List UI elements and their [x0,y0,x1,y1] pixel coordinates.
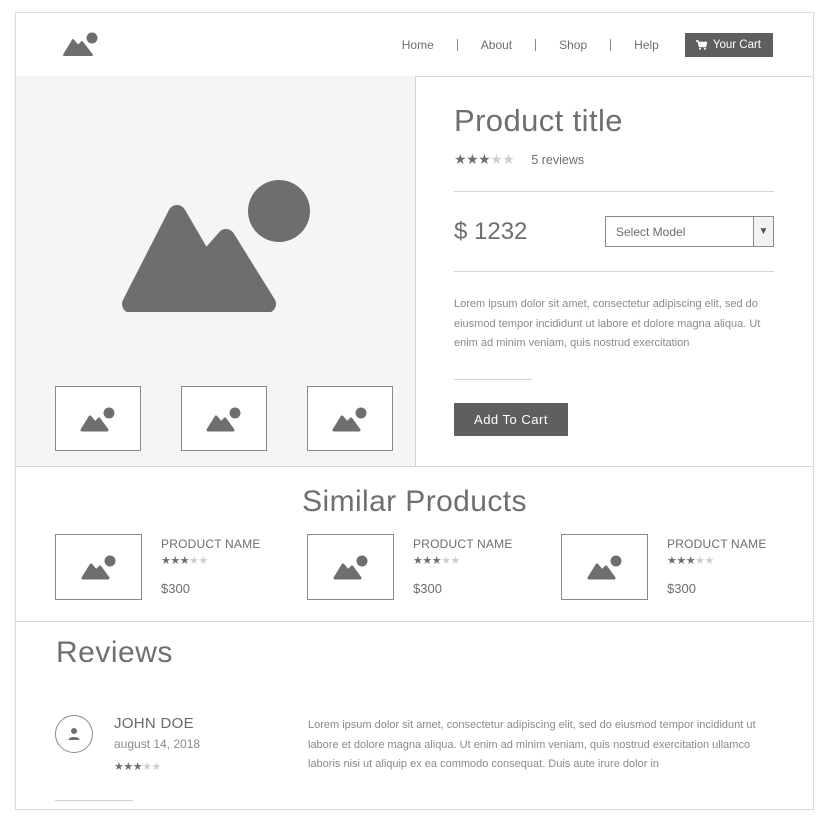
divider [454,191,774,192]
image-placeholder-icon [81,555,115,580]
cart-icon [695,40,707,50]
product-gallery [16,76,416,466]
main-product-image-placeholder-icon[interactable] [121,180,311,312]
star-empty-icon: ★ [695,555,705,567]
nav-separator [456,39,458,51]
avatar [55,715,93,753]
star-empty-icon: ★ [704,555,715,567]
gallery-thumbnail-3[interactable] [307,386,393,451]
your-cart-button[interactable]: Your Cart [684,33,773,57]
image-placeholder-icon [206,407,241,431]
divider [454,271,774,272]
logo-mountain-sun-icon[interactable] [62,31,100,57]
select-model-value: Select Model [616,224,686,239]
chevron-down-icon[interactable]: ▼ [753,217,773,246]
nav-help-link[interactable]: Help [634,38,659,52]
star-empty-icon: ★ [142,761,152,773]
select-model-dropdown[interactable]: Select Model ▼ [605,216,774,247]
user-icon [68,728,80,740]
similar-product-price: $300 [161,581,190,596]
main-nav: Home About Shop Help Your Cart [402,33,773,57]
product-title: Product title [454,103,623,138]
star-filled-icon: ★ [667,555,677,567]
star-filled-icon: ★ [170,555,180,567]
short-divider [454,379,532,380]
star-filled-icon: ★ [454,151,467,167]
reviews-section: Reviews JOHN DOE august 14, 2018 ★ ★ ★ ★ ★ L… [16,622,813,809]
similar-products-section: Similar Products PRODUCT NAME ★ ★ ★ ★ ★ $300… [16,467,813,622]
star-empty-icon: ★ [502,151,515,167]
similar-product-name[interactable]: PRODUCT NAME [161,537,261,551]
nav-shop-link[interactable]: Shop [559,38,587,52]
star-empty-icon: ★ [490,151,503,167]
gallery-thumbnail-1[interactable] [55,386,141,451]
site-header: Home About Shop Help Your Cart [16,13,813,77]
image-placeholder-icon [80,407,115,431]
star-rating: ★ ★ ★ ★ ★ [161,554,208,567]
star-rating: ★ ★ ★ ★ ★ [413,554,460,567]
page-frame: Home About Shop Help Your Cart Product t… [15,12,814,810]
similar-product-name[interactable]: PRODUCT NAME [413,537,513,551]
product-hero: Product title ★ ★ ★ ★ ★ 5 reviews $ 1232 Sel… [16,76,813,467]
star-filled-icon: ★ [132,761,143,773]
image-placeholder-icon [587,555,621,580]
star-filled-icon: ★ [114,761,124,773]
nav-separator [535,39,537,51]
product-price: $ 1232 [454,218,528,245]
cart-label: Your Cart [712,39,761,51]
review-text: Lorem ipsum dolor sit amet, consectetur … [308,719,756,770]
short-divider [55,800,133,801]
nav-separator [610,39,612,51]
similar-product-thumbnail[interactable] [307,534,394,600]
star-filled-icon: ★ [466,151,479,167]
similar-product-thumbnail[interactable] [561,534,648,600]
star-filled-icon: ★ [431,555,442,567]
gallery-thumbnail-2[interactable] [181,386,267,451]
star-filled-icon: ★ [179,555,190,567]
image-placeholder-icon [333,555,367,580]
star-rating: ★ ★ ★ ★ ★ [667,554,714,567]
star-empty-icon: ★ [441,555,451,567]
nav-about-link[interactable]: About [481,38,512,52]
star-filled-icon: ★ [123,761,133,773]
similar-product-price: $300 [667,581,696,596]
star-empty-icon: ★ [198,555,209,567]
star-rating: ★ ★ ★ ★ ★ [114,760,161,773]
product-rating: ★ ★ ★ ★ ★ 5 reviews [454,151,584,168]
star-empty-icon: ★ [450,555,461,567]
star-filled-icon: ★ [685,555,696,567]
review-date: august 14, 2018 [114,737,201,751]
similar-product-name[interactable]: PRODUCT NAME [667,537,767,551]
star-rating: ★ ★ ★ ★ ★ [454,151,515,168]
image-placeholder-icon [332,407,367,431]
similar-products-title: Similar Products [302,485,527,518]
product-description: Lorem ipsum dolor sit amet, consectetur … [454,298,761,349]
star-filled-icon: ★ [676,555,686,567]
similar-product-thumbnail[interactable] [55,534,142,600]
similar-product-price: $300 [413,581,442,596]
star-empty-icon: ★ [189,555,199,567]
reviews-title: Reviews [56,636,173,669]
reviews-count-link[interactable]: 5 reviews [531,153,584,167]
star-filled-icon: ★ [161,555,171,567]
star-filled-icon: ★ [478,151,491,167]
star-empty-icon: ★ [151,761,162,773]
add-to-cart-button[interactable]: Add To Cart [454,403,568,436]
star-filled-icon: ★ [413,555,423,567]
reviewer-name: JOHN DOE [114,715,194,732]
star-filled-icon: ★ [422,555,432,567]
nav-home-link[interactable]: Home [402,38,434,52]
